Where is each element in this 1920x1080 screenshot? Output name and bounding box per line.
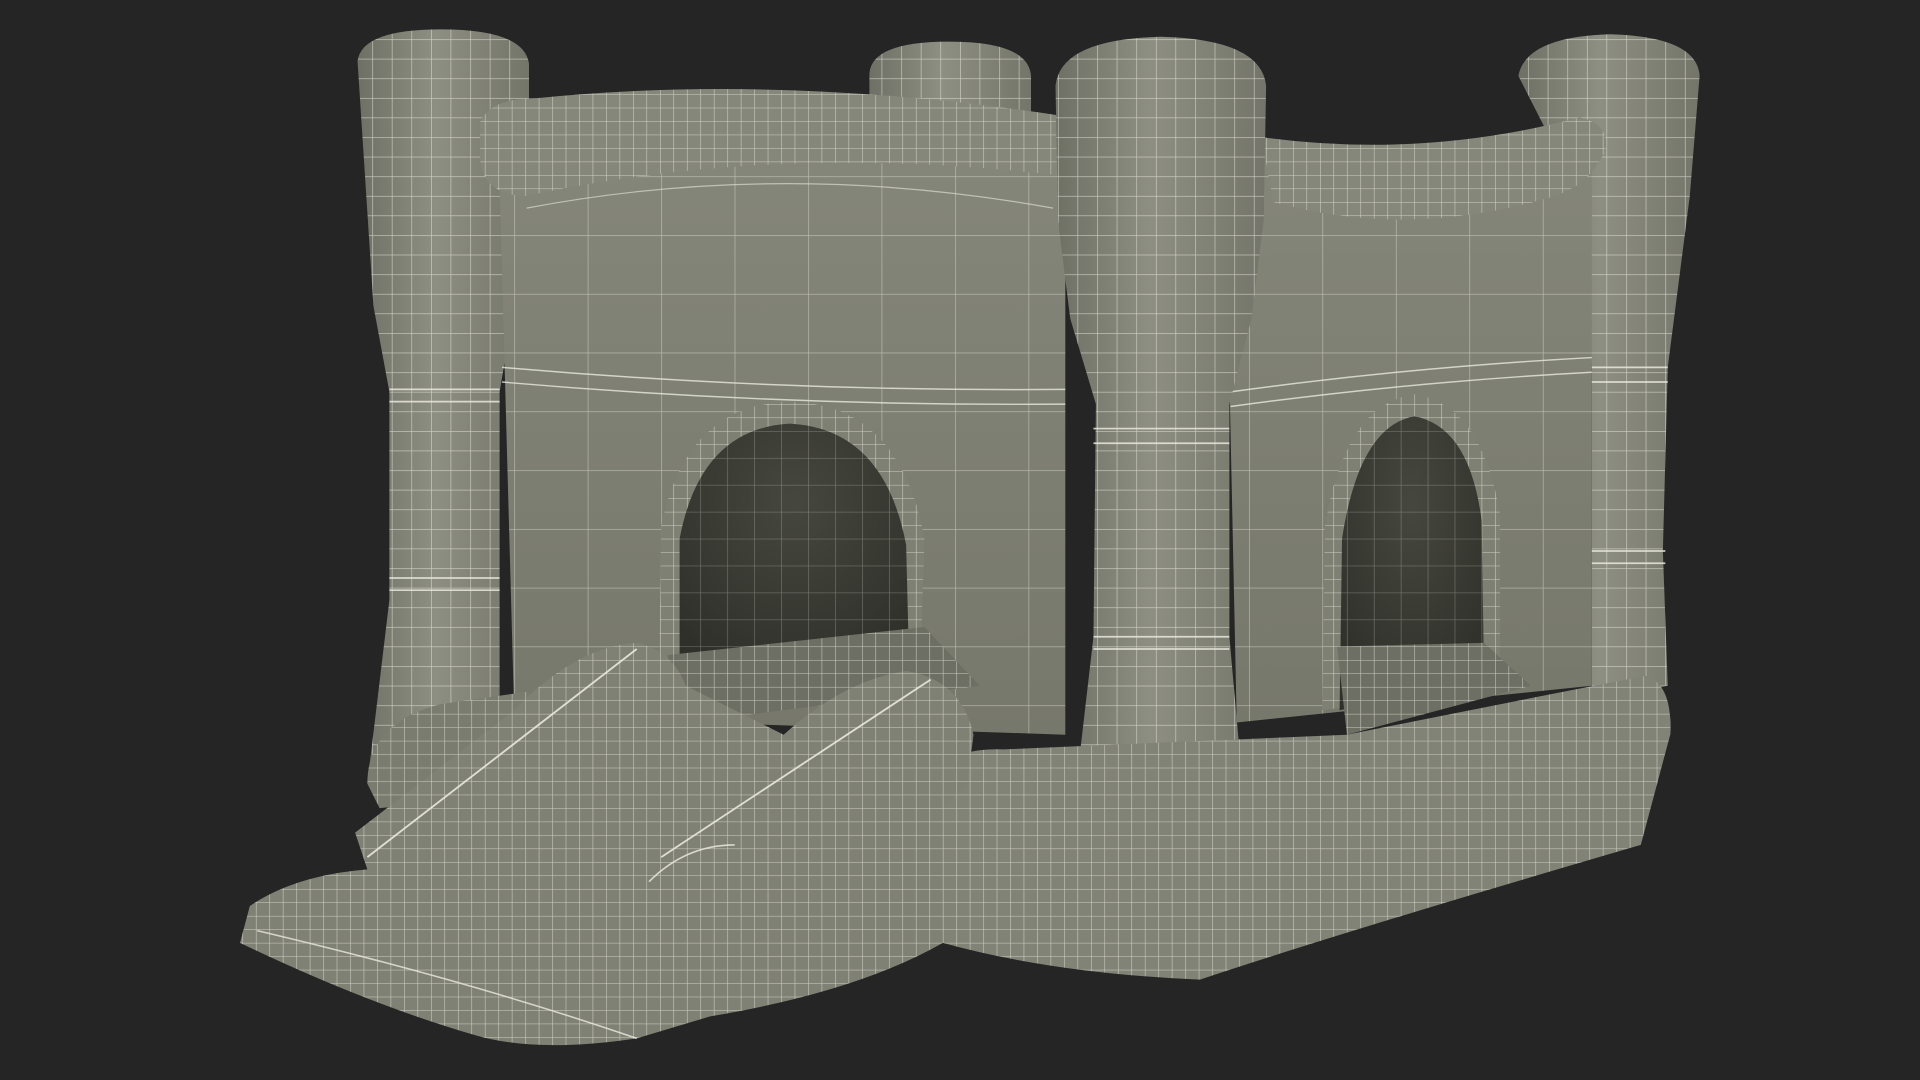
slide xyxy=(240,642,974,1046)
castle-render xyxy=(240,29,1700,1046)
render-viewport xyxy=(0,0,1920,1080)
